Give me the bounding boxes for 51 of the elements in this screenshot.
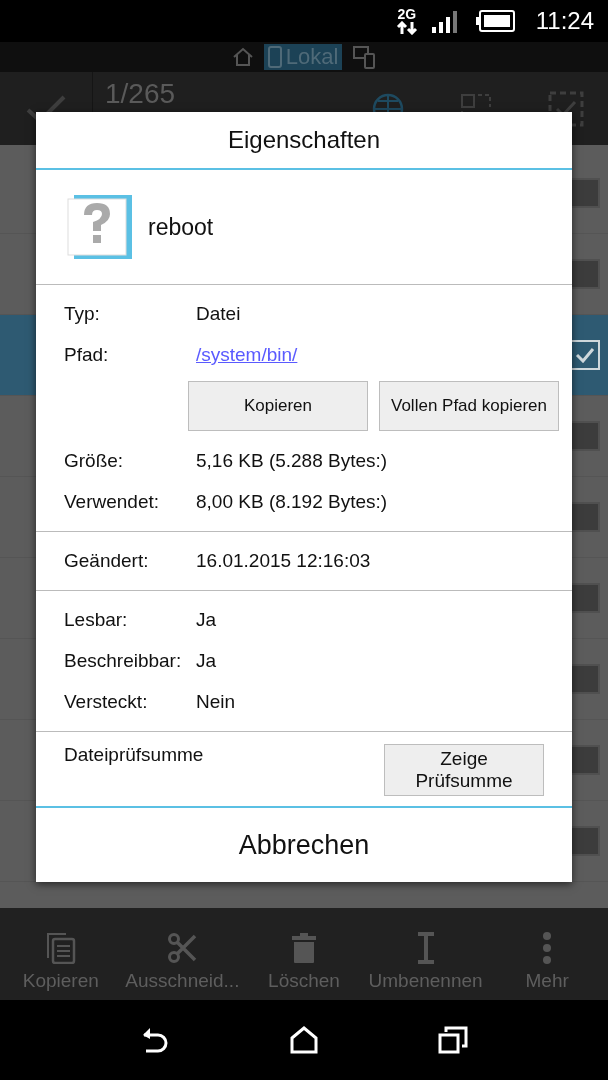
file-name: reboot xyxy=(148,213,214,241)
row-checkbox[interactable] xyxy=(570,664,600,694)
battery-icon xyxy=(475,10,516,32)
field-value: 5,16 KB (5.288 Bytes:) xyxy=(196,450,388,472)
checksum-label: Dateiprüfsumme xyxy=(64,744,204,766)
copy-button[interactable]: Kopieren xyxy=(188,381,368,431)
field-label: Verwendet: xyxy=(64,491,161,513)
home-icon[interactable] xyxy=(290,1026,318,1054)
toolbar-action[interactable]: Mehr xyxy=(525,970,569,992)
field-value: 8,00 KB (8.192 Bytes:) xyxy=(196,491,388,513)
field-label: Beschreibbar: xyxy=(64,650,183,672)
show-checksum-button[interactable]: Zeige Prüfsumme xyxy=(384,744,544,796)
trash-icon xyxy=(291,932,317,964)
path-link[interactable]: /system/bin/ xyxy=(196,344,298,366)
copy-icon xyxy=(45,932,76,964)
toolbar-action[interactable]: Löschen xyxy=(268,970,340,992)
check-icon xyxy=(575,347,595,363)
toolbar-action[interactable]: Umbenennen xyxy=(368,970,483,992)
text-cursor-icon xyxy=(415,932,436,964)
selection-counter: 1/265 xyxy=(105,78,176,109)
recents-icon[interactable] xyxy=(438,1026,468,1054)
phone-icon xyxy=(267,46,282,68)
row-checkbox[interactable] xyxy=(570,178,600,208)
field-value: Datei xyxy=(196,303,241,325)
more-icon xyxy=(542,932,553,964)
unknown-file-icon xyxy=(66,193,134,261)
scissors-icon xyxy=(167,932,198,964)
clock: 11:24 xyxy=(535,7,594,35)
field-label: Lesbar: xyxy=(64,609,129,631)
field-label: Größe: xyxy=(64,450,125,472)
home-icon xyxy=(231,47,254,67)
field-value: 16.01.2015 12:16:03 xyxy=(196,550,371,572)
field-value: Ja xyxy=(196,609,217,631)
row-checkbox[interactable] xyxy=(570,583,600,613)
row-checkbox[interactable] xyxy=(570,259,600,289)
toolbar-action[interactable]: Kopieren xyxy=(22,970,99,992)
field-value: Nein xyxy=(196,691,236,713)
field-label: Versteckt: xyxy=(64,691,149,713)
toolbar-action[interactable]: Ausschneid... xyxy=(125,970,240,992)
copy-button[interactable]: Vollen Pfad kopieren xyxy=(379,381,559,431)
row-checkbox[interactable] xyxy=(570,421,600,451)
row-checkbox[interactable] xyxy=(570,745,600,775)
row-checkbox[interactable] xyxy=(570,502,600,532)
field-label: Typ: xyxy=(64,303,101,325)
field-label: Pfad: xyxy=(64,344,110,366)
row-checkbox[interactable] xyxy=(570,826,600,856)
field-label: Geändert: xyxy=(64,550,150,572)
devices-icon xyxy=(352,45,377,69)
field-value: Ja xyxy=(196,650,217,672)
cancel-button[interactable]: Abbrechen xyxy=(36,808,572,882)
dialog-title: Eigenschaften xyxy=(36,112,572,170)
